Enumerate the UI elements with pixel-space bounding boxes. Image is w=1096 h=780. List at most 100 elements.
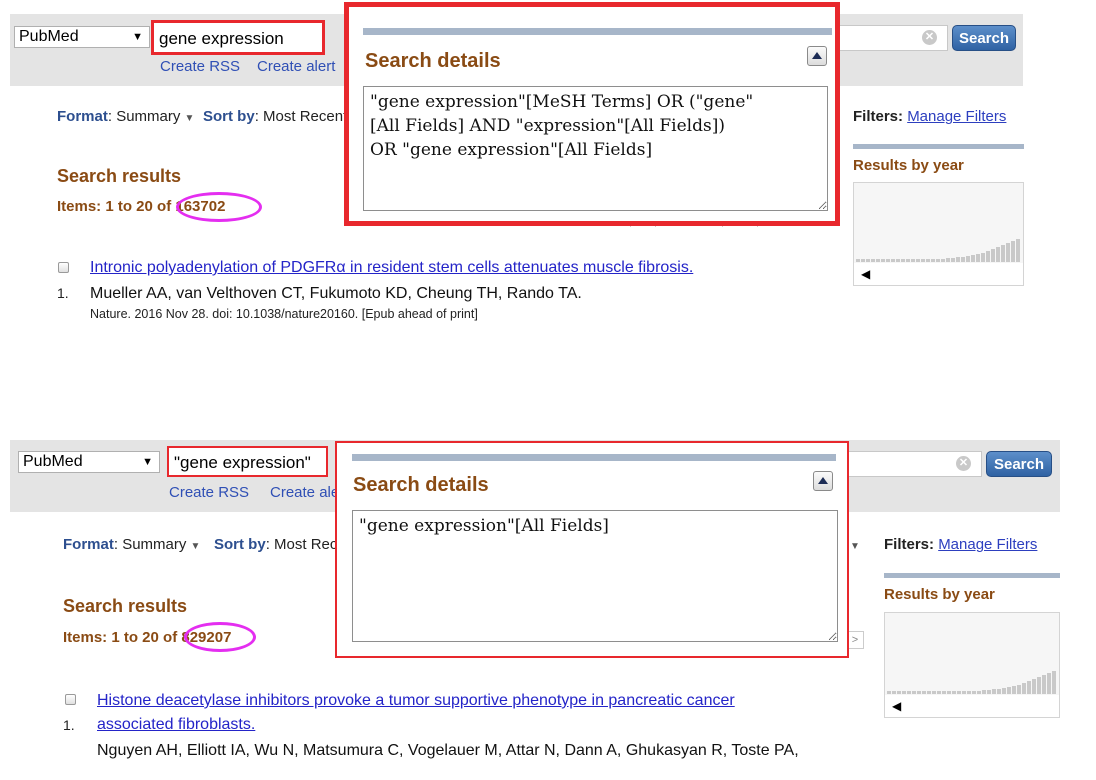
triangle-left-icon[interactable]: ◀ [892, 699, 901, 713]
year-bar [886, 259, 890, 262]
manage-filters-link[interactable]: Manage Filters [938, 536, 1037, 553]
format-control[interactable]: Format: Summary ▼ [63, 536, 200, 553]
clear-x-icon[interactable]: ✕ [956, 456, 971, 471]
search-button[interactable]: Search [952, 25, 1016, 51]
clear-x-icon[interactable]: ✕ [922, 30, 937, 45]
year-bar [961, 257, 965, 262]
year-bar [1032, 679, 1036, 694]
year-panel-divider [853, 144, 1024, 149]
results-by-year-heading: Results by year [853, 157, 964, 174]
year-bar [932, 691, 936, 694]
search-details-popup: Search details "gene expression"[MeSH Te… [344, 2, 840, 226]
create-rss-link[interactable]: Create RSS [160, 58, 240, 75]
result-title-link[interactable]: Histone deacetylase inhibitors provoke a… [97, 692, 735, 710]
caret-down-icon: ▼ [190, 541, 201, 552]
result-authors: Nguyen AH, Elliott IA, Wu N, Matsumura C… [97, 742, 799, 759]
year-bar [907, 691, 911, 694]
filters-row: Filters: Manage Filters [853, 108, 1006, 125]
filters-label: Filters: [884, 536, 935, 553]
year-bar [1002, 688, 1006, 694]
year-bar [937, 691, 941, 694]
year-bar [987, 690, 991, 694]
year-bar [931, 259, 935, 262]
filters-row: Filters: Manage Filters [884, 536, 1037, 553]
year-chart-scrollbar[interactable] [854, 263, 1023, 285]
year-bar [881, 259, 885, 262]
year-bar [922, 691, 926, 694]
result-citation: Nature. 2016 Nov 28. doi: 10.1038/nature… [90, 307, 478, 321]
year-bar [1006, 243, 1010, 262]
search-query-text: gene expression [159, 29, 284, 48]
year-bar [927, 691, 931, 694]
caret-down-icon: ▼ [142, 456, 153, 468]
format-control[interactable]: Format: Summary ▼ [57, 108, 194, 125]
filters-label: Filters: [853, 108, 904, 125]
database-select-value: PubMed [23, 453, 83, 470]
sort-control[interactable]: Sort by: Most Recent [203, 108, 347, 125]
search-query-input[interactable]: "gene expression" [167, 446, 328, 477]
results-by-year-heading: Results by year [884, 586, 995, 603]
search-details-textarea[interactable]: "gene expression"[MeSH Terms] OR ("gene"… [363, 86, 828, 211]
year-bar [1042, 675, 1046, 694]
popup-top-bar [352, 454, 836, 461]
chevron-up-icon[interactable] [813, 471, 833, 491]
year-bar [1047, 673, 1051, 694]
year-bar [972, 691, 976, 694]
search-details-title: Search details [365, 50, 501, 72]
year-bar [951, 258, 955, 262]
sort-value: Most Recent [263, 108, 348, 125]
year-bar [1027, 681, 1031, 694]
database-select[interactable]: PubMed ▼ [18, 451, 160, 473]
result-authors: Mueller AA, van Velthoven CT, Fukumoto K… [90, 285, 582, 302]
year-bar [906, 259, 910, 262]
year-bar [996, 247, 1000, 262]
search-query-input[interactable]: gene expression [151, 20, 325, 55]
search-details-popup: Search details "gene expression"[All Fie… [335, 441, 849, 658]
year-chart-bars [887, 671, 1056, 694]
year-bar [876, 259, 880, 262]
result-number: 1. [63, 717, 75, 733]
items-prefix: Items: 1 to 20 of [57, 198, 172, 215]
year-bar [861, 259, 865, 262]
year-bar [892, 691, 896, 694]
search-details-title: Search details [353, 474, 489, 496]
year-bar [976, 254, 980, 262]
search-details-textarea[interactable]: "gene expression"[All Fields] [352, 510, 838, 642]
year-bar [871, 259, 875, 262]
result-checkbox[interactable] [65, 694, 76, 705]
caret-down-icon[interactable]: ▼ [850, 541, 860, 552]
caret-down-icon: ▼ [184, 113, 195, 124]
chevron-up-icon[interactable] [807, 46, 827, 66]
year-bar [942, 691, 946, 694]
year-bar [1007, 687, 1011, 694]
year-bar [911, 259, 915, 262]
create-alert-link[interactable]: Create ale [270, 484, 339, 501]
result-title-link-line2[interactable]: associated fibroblasts. [97, 716, 255, 734]
results-by-year-chart[interactable]: ◀ [884, 612, 1060, 718]
result-checkbox[interactable] [58, 262, 69, 273]
results-by-year-chart[interactable]: ◀ [853, 182, 1024, 286]
year-bar [917, 691, 921, 694]
year-chart-scrollbar[interactable] [885, 695, 1059, 717]
result-title-link[interactable]: Intronic polyadenylation of PDGFRα in re… [90, 259, 693, 277]
year-bar [986, 251, 990, 262]
year-bar [887, 691, 891, 694]
triangle-left-icon[interactable]: ◀ [861, 267, 870, 281]
count-highlight-oval [176, 192, 262, 222]
year-bar [1001, 245, 1005, 262]
create-alert-link[interactable]: Create alert [257, 58, 335, 75]
manage-filters-link[interactable]: Manage Filters [907, 108, 1006, 125]
year-bar [947, 691, 951, 694]
year-bar [1012, 686, 1016, 694]
year-bar [941, 259, 945, 262]
create-rss-link[interactable]: Create RSS [169, 484, 249, 501]
year-bar [926, 259, 930, 262]
popup-top-bar [363, 28, 832, 35]
year-bar [982, 690, 986, 694]
search-button[interactable]: Search [986, 451, 1052, 477]
year-bar [967, 691, 971, 694]
search-screenshot-1: PubMed ▼ gene expression ✕ Search Create… [0, 0, 1096, 400]
search-results-heading: Search results [63, 596, 188, 616]
sort-control[interactable]: Sort by: Most Rec [214, 536, 337, 553]
database-select[interactable]: PubMed ▼ [14, 26, 150, 48]
